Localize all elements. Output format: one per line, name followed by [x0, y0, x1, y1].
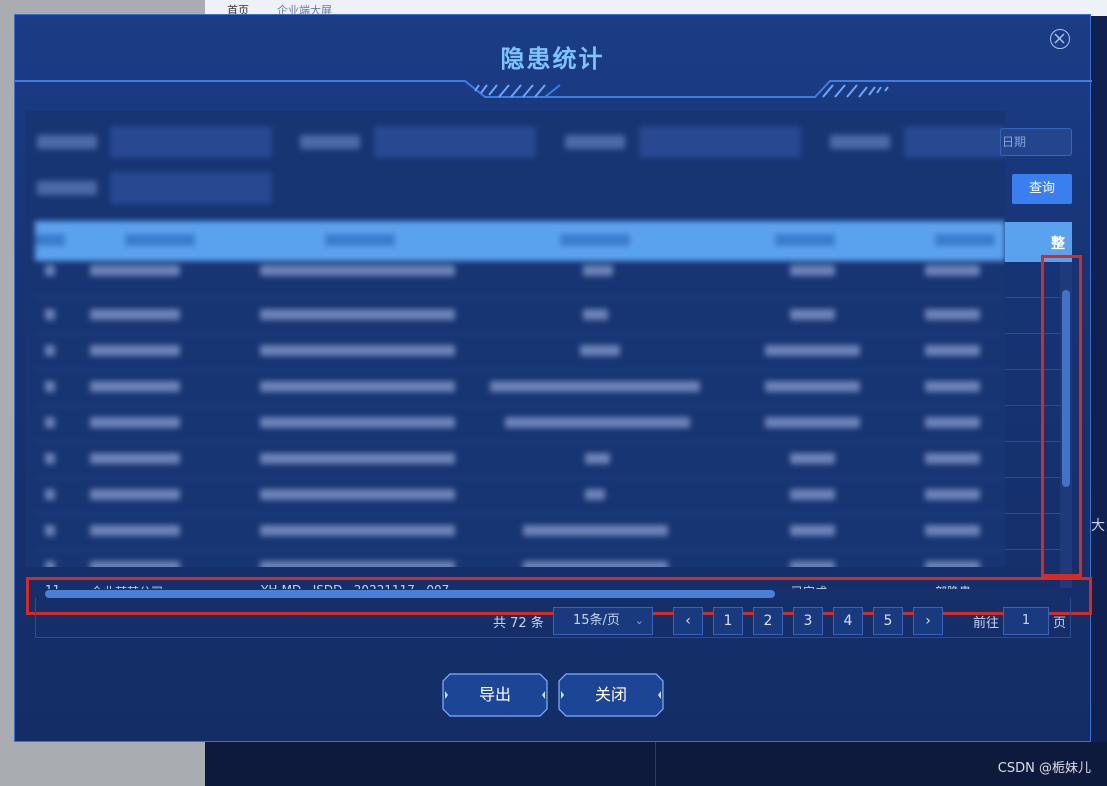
table-header-right: 整: [1005, 222, 1072, 262]
table-row[interactable]: [35, 441, 1005, 478]
goto-label: 前往: [973, 616, 1000, 631]
chevron-down-icon: ⌄: [634, 614, 644, 627]
page-button-4[interactable]: 4: [833, 607, 863, 635]
table-row[interactable]: [35, 297, 1005, 334]
total-count: 共 72 条: [493, 616, 544, 631]
filter-label: [37, 181, 97, 195]
filter-select[interactable]: [111, 127, 271, 157]
hazard-statistics-dialog: 隐患统计 日期 查询 整 共 72 条 15条/页 ⌄ ‹ 1 2 3 4 5 …: [14, 14, 1092, 742]
filter-label: [37, 135, 97, 149]
date-input[interactable]: 日期: [1000, 128, 1072, 156]
table-row[interactable]: [35, 513, 1005, 550]
background-right-panel: [1091, 16, 1107, 742]
table-row[interactable]: [35, 369, 1005, 406]
close-icon[interactable]: [1050, 29, 1070, 49]
chevron-right-icon[interactable]: ›: [913, 607, 943, 635]
filter-label: [300, 135, 360, 149]
background-right-text: 大: [1091, 518, 1105, 534]
table-header-partial: 整: [1051, 236, 1065, 252]
table-row[interactable]: [35, 405, 1005, 442]
date-placeholder: 日期: [1002, 135, 1027, 149]
goto-page-input[interactable]: 1: [1003, 607, 1049, 635]
table-area: [25, 111, 1005, 567]
page-button-5[interactable]: 5: [873, 607, 903, 635]
filter-label: [830, 135, 890, 149]
filter-select[interactable]: [375, 127, 535, 157]
divider: [655, 742, 656, 786]
export-button[interactable]: 导出: [442, 673, 548, 717]
filter-select[interactable]: [905, 127, 1005, 157]
table-row[interactable]: [35, 477, 1005, 514]
chevron-left-icon[interactable]: ‹: [673, 607, 703, 635]
table-row[interactable]: [35, 549, 1005, 567]
page-button-1[interactable]: 1: [713, 607, 743, 635]
filter-label: [565, 135, 625, 149]
goto-unit: 页: [1053, 616, 1067, 631]
horizontal-scrollbar-thumb[interactable]: [45, 590, 775, 598]
vertical-scrollbar-thumb[interactable]: [1062, 290, 1070, 487]
close-button[interactable]: 关闭: [558, 673, 664, 717]
close-label: 关闭: [594, 685, 627, 704]
dialog-title: 隐患统计: [500, 45, 605, 73]
table-header: [35, 221, 1005, 261]
table-row[interactable]: [35, 261, 1005, 298]
blurred-table: [25, 111, 1005, 567]
filter-select[interactable]: [640, 127, 800, 157]
header-decoration: [15, 80, 1092, 98]
page-button-3[interactable]: 3: [793, 607, 823, 635]
export-label: 导出: [478, 685, 511, 704]
filter-select[interactable]: [111, 173, 271, 203]
page-size-value: 15条/页: [573, 613, 620, 628]
background-dashboard: [205, 742, 1107, 786]
watermark: CSDN @栀妹儿: [997, 761, 1091, 776]
table-row[interactable]: [35, 333, 1005, 370]
page-button-2[interactable]: 2: [753, 607, 783, 635]
page-size-select[interactable]: 15条/页 ⌄: [553, 607, 653, 635]
query-button[interactable]: 查询: [1012, 174, 1072, 204]
